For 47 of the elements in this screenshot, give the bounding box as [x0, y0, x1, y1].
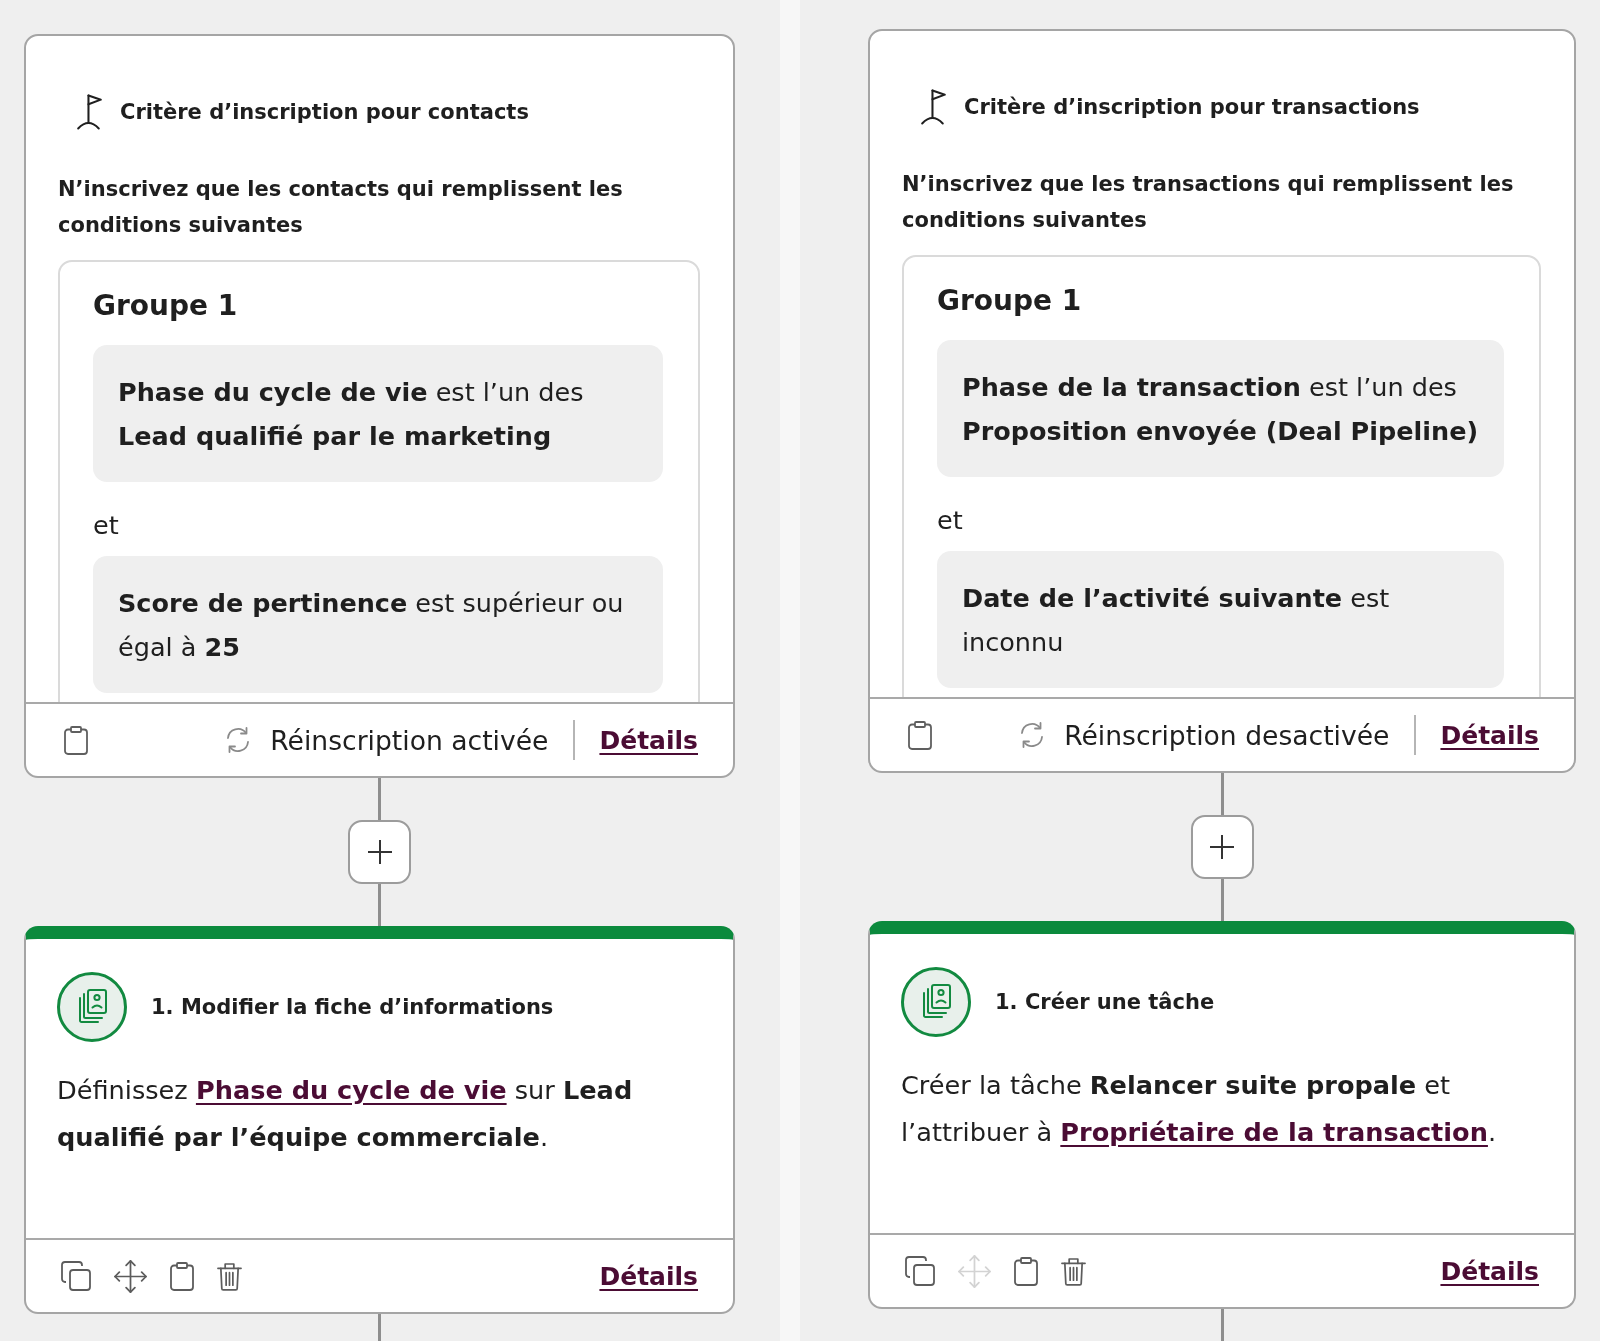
criteria-title: Critère d’inscription pour transactions: [964, 94, 1420, 121]
connector-line: [378, 778, 381, 820]
clipboard-icon[interactable]: [908, 720, 932, 750]
details-link[interactable]: Détails: [599, 1261, 698, 1291]
clipboard-icon[interactable]: [64, 725, 88, 755]
details-link[interactable]: Détails: [599, 725, 698, 755]
trash-icon[interactable]: [217, 1261, 242, 1291]
action-description: Créer la tâche Relancer suite propale et l’attribuer à Propriétaire de la transaction.: [901, 1069, 1498, 1149]
action-description: Définissez Phase du cycle de vie sur Lead qualifié par l’équipe commerciale.: [57, 1074, 634, 1154]
reenrollment-status: Réinscription activée: [270, 724, 549, 756]
move-icon[interactable]: [114, 1259, 147, 1293]
condition-text: Score de pertinence est supérieur ou égal à 25: [118, 587, 625, 664]
operator-label: et: [93, 509, 120, 542]
connector-line: [378, 884, 381, 926]
criteria-title: Critère d’inscription pour contacts: [120, 99, 529, 126]
connector-line: [1220, 879, 1224, 921]
action-title: 1. Créer une tâche: [995, 989, 1215, 1016]
details-link[interactable]: Détails: [1440, 720, 1539, 750]
clipboard-icon[interactable]: [170, 1261, 194, 1291]
action-title: 1. Modifier la fiche d’informations: [151, 994, 554, 1021]
plus-icon: [1210, 835, 1234, 859]
criteria-description: N’inscrivez que les contacts qui remplissent les conditions suivantes: [58, 176, 624, 239]
trash-icon[interactable]: [1061, 1256, 1086, 1286]
details-link[interactable]: Détails: [1440, 1256, 1539, 1286]
property-link[interactable]: Phase du cycle de vie: [195, 1075, 507, 1105]
condition-text: Phase du cycle de vie est l’un des Lead qualifié par le marketing: [118, 376, 585, 453]
property-link[interactable]: Propriétaire de la transaction: [1060, 1117, 1488, 1147]
plus-icon: [367, 840, 392, 864]
condition-text: Phase de la transaction est l’un des Proposition envoyée (Deal Pipeline): [962, 371, 1479, 448]
criteria-description: N’inscrivez que les transactions qui remplissent les conditions suivantes: [902, 171, 1515, 234]
add-step-button[interactable]: [348, 820, 411, 884]
operator-label: et: [937, 504, 964, 537]
contact-card-icon: [901, 967, 971, 1037]
connector-line: [378, 1314, 381, 1341]
flag-icon: [76, 94, 103, 130]
condition-text: Date de l’activité suivante est inconnu: [962, 582, 1391, 659]
flag-icon: [920, 89, 947, 125]
connector-line: [1220, 773, 1224, 815]
copy-icon[interactable]: [61, 1261, 91, 1291]
add-step-button[interactable]: [1190, 815, 1254, 879]
contact-card-icon: [57, 972, 127, 1042]
group-title: Groupe 1: [93, 288, 239, 324]
group-title: Groupe 1: [937, 283, 1083, 319]
reenrollment-status: Réinscription desactivée: [1064, 719, 1390, 751]
clipboard-icon[interactable]: [1014, 1256, 1038, 1286]
copy-icon[interactable]: [905, 1256, 935, 1286]
connector-line: [1220, 1309, 1224, 1341]
